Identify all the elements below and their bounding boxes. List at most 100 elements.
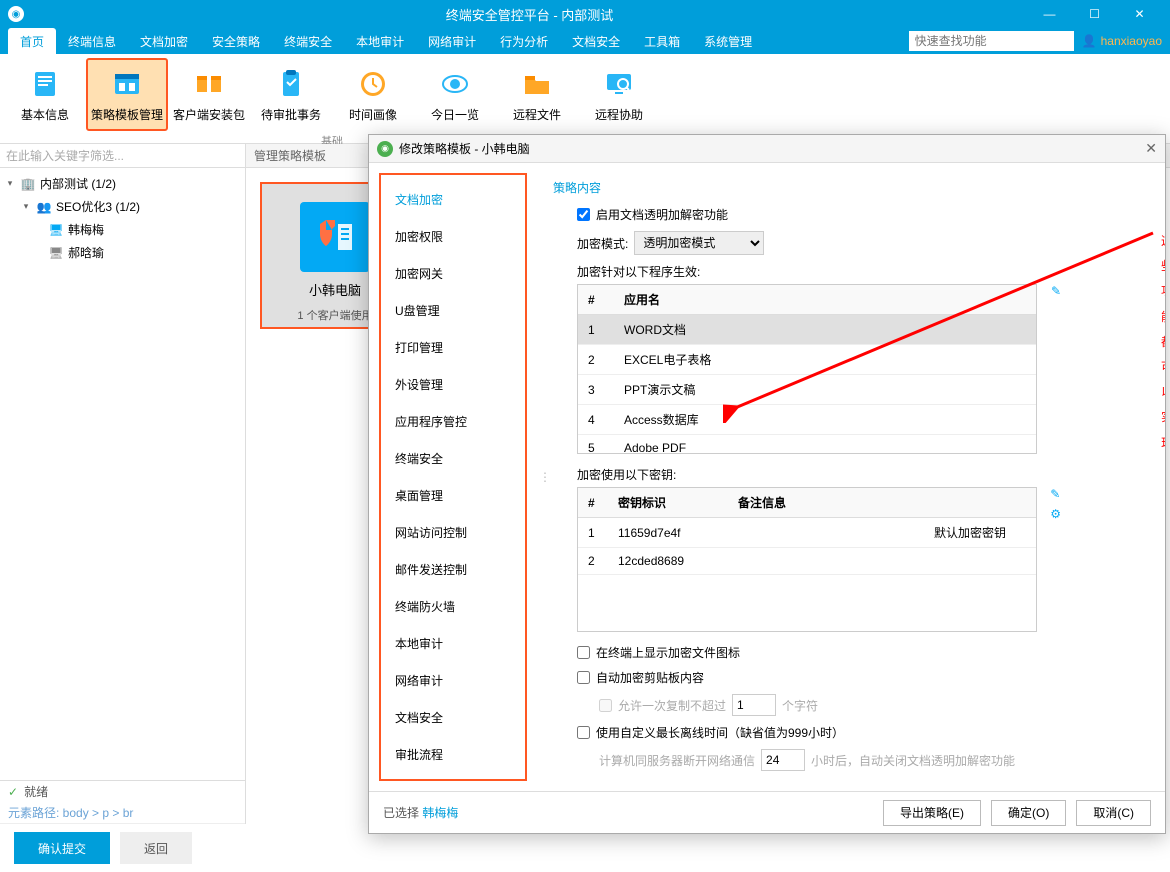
table-row[interactable]: 5Adobe PDF: [578, 435, 1036, 455]
ribbon-basic-info[interactable]: 基本信息: [4, 58, 86, 131]
cancel-button[interactable]: 取消(C): [1076, 800, 1151, 826]
ribbon-policy-template[interactable]: 策略模板管理: [86, 58, 168, 131]
side-encrypt-gateway[interactable]: 加密网关: [381, 255, 525, 292]
ribbon-time-portrait[interactable]: 时间画像: [332, 58, 414, 131]
minimize-button[interactable]: —: [1027, 0, 1072, 28]
tab-security-policy[interactable]: 安全策略: [200, 28, 272, 55]
tree-search-input[interactable]: 在此输入关键字筛选...: [0, 144, 245, 168]
table-row[interactable]: 1WORD文档: [578, 315, 1036, 345]
side-doc-encrypt[interactable]: 文档加密: [381, 181, 525, 218]
ribbon-remote-file[interactable]: 远程文件: [496, 58, 578, 131]
clip-once-checkbox: [599, 699, 612, 712]
side-encrypt-perm[interactable]: 加密权限: [381, 218, 525, 255]
side-terminal-sec[interactable]: 终端安全: [381, 440, 525, 477]
dialog-sidebar: 文档加密 加密权限 加密网关 U盘管理 打印管理 外设管理 应用程序管控 终端安…: [379, 173, 527, 781]
export-button[interactable]: 导出策略(E): [883, 800, 981, 826]
table-row[interactable]: 2EXCEL电子表格: [578, 345, 1036, 375]
auto-clip-checkbox[interactable]: [577, 671, 590, 684]
tree-user-1[interactable]: 🖥 韩梅梅: [0, 218, 245, 241]
keys-table[interactable]: #密钥标识备注信息 111659d7e4f默认加密密钥 212cded8689: [577, 487, 1037, 632]
offline-checkbox[interactable]: [577, 726, 590, 739]
collapse-icon[interactable]: ▾: [20, 201, 32, 212]
side-doc-sec[interactable]: 文档安全: [381, 699, 525, 736]
side-network-audit[interactable]: 网络审计: [381, 662, 525, 699]
tab-network-audit[interactable]: 网络审计: [416, 28, 488, 55]
edit-icon[interactable]: ✎: [1051, 284, 1061, 298]
apps-label: 加密针对以下程序生效:: [577, 263, 700, 280]
ribbon-remote-assist[interactable]: 远程协助: [578, 58, 660, 131]
mode-label: 加密模式:: [577, 235, 628, 252]
edit-icon[interactable]: ✎: [1050, 487, 1061, 501]
tab-local-audit[interactable]: 本地审计: [344, 28, 416, 55]
side-web-access[interactable]: 网站访问控制: [381, 514, 525, 551]
building-icon: 🏢: [20, 176, 36, 192]
ok-button[interactable]: 确定(O): [991, 800, 1066, 826]
window-title: 终端安全管控平台 - 内部测试: [32, 5, 1027, 24]
side-desktop[interactable]: 桌面管理: [381, 477, 525, 514]
template-name: 小韩电脑: [309, 280, 361, 299]
group-icon: 👥: [36, 199, 52, 215]
dialog-title: 修改策略模板 - 小韩电脑: [399, 140, 1145, 157]
mode-select[interactable]: 透明加密模式: [634, 231, 764, 255]
apps-table[interactable]: #应用名 1WORD文档 2EXCEL电子表格 3PPT演示文稿 4Access…: [577, 284, 1037, 454]
folder-icon: [519, 66, 555, 102]
table-row[interactable]: 212cded8689: [578, 548, 1036, 575]
template-icon: [109, 66, 145, 102]
maximize-button[interactable]: ☐: [1072, 0, 1117, 28]
side-approval[interactable]: 审批流程: [381, 736, 525, 773]
ribbon-today[interactable]: 今日一览: [414, 58, 496, 131]
submit-button[interactable]: 确认提交: [14, 832, 110, 864]
tab-terminal-security[interactable]: 终端安全: [272, 28, 344, 55]
clock-icon: [355, 66, 391, 102]
status-bar: ✓ 就绪: [0, 780, 245, 802]
table-row[interactable]: 3PPT演示文稿: [578, 375, 1036, 405]
tab-doc-security[interactable]: 文档安全: [560, 28, 632, 55]
tree-group[interactable]: ▾ 👥 SEO优化3 (1/2): [0, 195, 245, 218]
shield-icon: [300, 202, 370, 272]
app-logo: ◉: [8, 6, 24, 22]
side-local-audit[interactable]: 本地审计: [381, 625, 525, 662]
quick-search-input[interactable]: [909, 31, 1074, 51]
side-firewall[interactable]: 终端防火墙: [381, 588, 525, 625]
ribbon-pending[interactable]: 待审批事务: [250, 58, 332, 131]
tab-system[interactable]: 系统管理: [692, 28, 764, 55]
back-button[interactable]: 返回: [120, 832, 192, 864]
clip-count-input[interactable]: [732, 694, 776, 716]
enable-checkbox[interactable]: [577, 208, 590, 221]
computer-icon: 🖥: [48, 245, 64, 261]
offline-hours-input[interactable]: [761, 749, 805, 771]
side-app-control[interactable]: 应用程序管控: [381, 403, 525, 440]
side-mail[interactable]: 邮件发送控制: [381, 551, 525, 588]
side-usb[interactable]: U盘管理: [381, 292, 525, 329]
collapse-icon[interactable]: ▾: [4, 178, 16, 189]
ribbon-client-package[interactable]: 客户端安装包: [168, 58, 250, 131]
table-row[interactable]: 111659d7e4f默认加密密钥: [578, 518, 1036, 548]
gear-icon[interactable]: ⚙: [1050, 507, 1061, 521]
dialog-logo: ◉: [377, 141, 393, 157]
tree-user-2[interactable]: 🖥 郝晗瑜: [0, 241, 245, 264]
tab-behavior[interactable]: 行为分析: [488, 28, 560, 55]
show-icon-checkbox[interactable]: [577, 646, 590, 659]
clipboard-icon: [273, 66, 309, 102]
table-row[interactable]: 4Access数据库: [578, 405, 1036, 435]
policy-dialog: ◉ 修改策略模板 - 小韩电脑 ✕ 文档加密 加密权限 加密网关 U盘管理 打印…: [368, 134, 1166, 834]
annotation-text: 这些功能都可以实现: [1161, 227, 1165, 454]
monitor-icon: [601, 66, 637, 102]
close-button[interactable]: ✕: [1117, 0, 1162, 28]
element-path: 元素路径: body > p > br: [0, 802, 245, 824]
section-title: 策略内容: [553, 173, 1151, 202]
side-accessory[interactable]: 附属功能: [381, 773, 525, 781]
footer-selected-value: 韩梅梅: [422, 806, 458, 820]
splitter[interactable]: ⋮: [537, 163, 553, 791]
tab-toolbox[interactable]: 工具箱: [632, 28, 692, 55]
dialog-close-button[interactable]: ✕: [1145, 140, 1157, 157]
eye-icon: [437, 66, 473, 102]
tab-home[interactable]: 首页: [8, 28, 56, 55]
tab-doc-encrypt[interactable]: 文档加密: [128, 28, 200, 55]
user-menu[interactable]: 👤 hanxiaoyao: [1082, 34, 1162, 48]
side-peripheral[interactable]: 外设管理: [381, 366, 525, 403]
check-icon: ✓: [8, 785, 18, 799]
tab-terminal-info[interactable]: 终端信息: [56, 28, 128, 55]
tree-root[interactable]: ▾ 🏢 内部测试 (1/2): [0, 172, 245, 195]
side-print[interactable]: 打印管理: [381, 329, 525, 366]
